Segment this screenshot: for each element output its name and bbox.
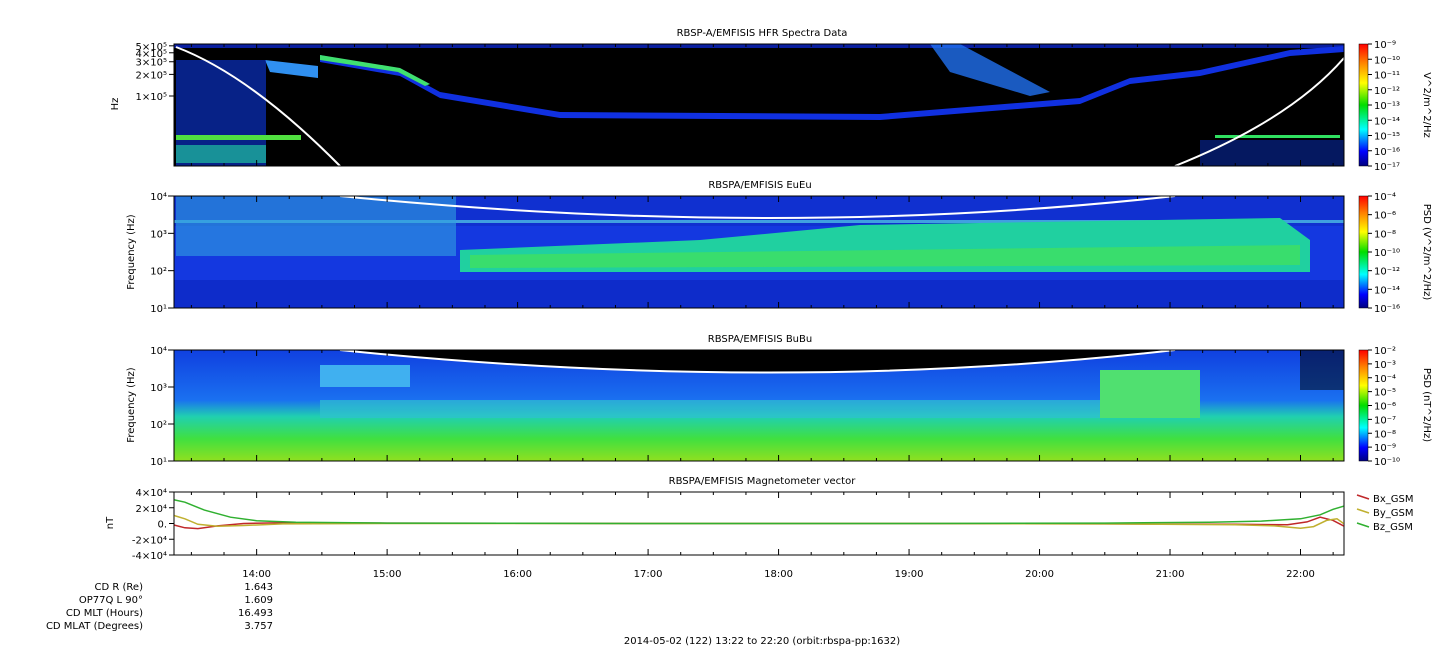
ephem-value-r: 1.643 bbox=[244, 582, 273, 593]
panel1-title: RBSP-A/EMFISIS HFR Spectra Data bbox=[677, 28, 848, 39]
colorbar-tick-label: 10⁻¹⁰ bbox=[1374, 457, 1400, 468]
colorbar-tick-label: 10⁻¹⁰ bbox=[1374, 248, 1400, 259]
ytick-label: 10¹ bbox=[150, 304, 167, 315]
colorbar-tick-label: 10⁻¹² bbox=[1374, 267, 1400, 278]
colorbar-tick-label: 10⁻¹⁶ bbox=[1374, 304, 1400, 315]
colorbar-tick-label: 10⁻³ bbox=[1374, 360, 1396, 371]
colorbar-1 bbox=[1358, 43, 1369, 167]
ytick-label: 10³ bbox=[150, 229, 167, 240]
magnetometer-legend: Bx_GSM By_GSM Bz_GSM bbox=[1356, 494, 1414, 533]
colorbar-tick-label: 10⁻⁶ bbox=[1374, 402, 1396, 413]
time-tick-label: 22:00 bbox=[1286, 569, 1315, 580]
ytick-label: 4×10⁴ bbox=[136, 488, 167, 499]
ephem-label-l: OP77Q L 90° bbox=[79, 595, 143, 606]
panel2-title: RBSPA/EMFISIS EuEu bbox=[708, 180, 811, 191]
colorbar-tick-label: 10⁻⁹ bbox=[1374, 443, 1396, 454]
colorbar-tick-label: 10⁻¹⁵ bbox=[1374, 132, 1400, 143]
colorbar-tick-label: 10⁻¹⁷ bbox=[1374, 162, 1400, 173]
time-tick-label: 16:00 bbox=[503, 569, 532, 580]
colorbar-tick-label: 10⁻¹³ bbox=[1374, 101, 1400, 112]
ephem-label-mlt: CD MLT (Hours) bbox=[66, 608, 143, 619]
colorbar-tick-label: 10⁻¹⁶ bbox=[1374, 147, 1400, 158]
time-tick-label: 21:00 bbox=[1156, 569, 1185, 580]
ytick-label: 10⁴ bbox=[150, 346, 167, 357]
colorbar-tick-label: 10⁻⁸ bbox=[1374, 229, 1396, 240]
legend-label: Bx_GSM bbox=[1373, 494, 1414, 505]
legend-label: By_GSM bbox=[1373, 508, 1414, 519]
panel2-ylabel: Frequency (Hz) bbox=[126, 214, 137, 290]
panel4-ylabel: nT bbox=[105, 516, 116, 529]
colorbar-3-label: PSD (nT^2/Hz) bbox=[1421, 368, 1432, 442]
colorbar-tick-label: 10⁻¹⁰ bbox=[1374, 55, 1400, 66]
colorbar-tick-label: 10⁻⁴ bbox=[1374, 374, 1396, 385]
colorbar-tick-label: 10⁻⁴ bbox=[1374, 192, 1396, 203]
time-tick-label: 20:00 bbox=[1025, 569, 1054, 580]
ytick-label: -2×10⁴ bbox=[132, 535, 167, 546]
bubu-spectrogram bbox=[173, 349, 1345, 462]
colorbar-tick-label: 10⁻¹⁴ bbox=[1374, 285, 1400, 296]
eueu-spectrogram bbox=[173, 195, 1345, 309]
legend-swatch bbox=[1356, 522, 1370, 528]
ytick-label: 3×10⁵ bbox=[136, 58, 167, 69]
colorbar-1-label: V^2/m^2/Hz bbox=[1421, 72, 1432, 138]
footer-caption: 2014-05-02 (122) 13:22 to 22:20 (orbit:r… bbox=[624, 636, 900, 647]
emfisis-summary-plot: RBSP-A/EMFISIS HFR Spectra Data RBSPA/EM… bbox=[46, 28, 1432, 647]
colorbar-tick-label: 10⁻² bbox=[1374, 346, 1396, 357]
ytick-label: 10³ bbox=[150, 383, 167, 394]
panel1-ylabel: Hz bbox=[110, 98, 121, 111]
ephem-value-l: 1.609 bbox=[244, 595, 273, 606]
panel3-ylabel: Frequency (Hz) bbox=[126, 367, 137, 443]
colorbar-tick-label: 10⁻⁵ bbox=[1374, 388, 1396, 399]
colorbar-tick-label: 10⁻⁶ bbox=[1374, 211, 1396, 222]
colorbar-tick-label: 10⁻⁹ bbox=[1374, 40, 1396, 51]
colorbar-tick-label: 10⁻¹¹ bbox=[1374, 71, 1400, 82]
ytick-label: -4×10⁴ bbox=[132, 551, 167, 562]
colorbar-tick-label: 10⁻¹⁴ bbox=[1374, 116, 1400, 127]
ephem-value-mlat: 3.757 bbox=[244, 621, 273, 632]
ephem-label-mlat: CD MLAT (Degrees) bbox=[46, 621, 143, 632]
time-tick-label: 18:00 bbox=[764, 569, 793, 580]
colorbar-2-label: PSD (V^2/m^2/Hz) bbox=[1421, 204, 1432, 301]
panel4-title: RBSPA/EMFISIS Magnetometer vector bbox=[669, 476, 857, 487]
time-tick-label: 14:00 bbox=[242, 569, 271, 580]
colorbar-tick-label: 10⁻¹² bbox=[1374, 86, 1400, 97]
time-tick-label: 15:00 bbox=[373, 569, 402, 580]
hfr-spectrogram bbox=[173, 43, 1345, 167]
colorbar-tick-label: 10⁻⁷ bbox=[1374, 415, 1396, 426]
legend-swatch bbox=[1356, 508, 1370, 514]
colorbar-tick-label: 10⁻⁸ bbox=[1374, 429, 1396, 440]
time-tick-label: 19:00 bbox=[895, 569, 924, 580]
colorbar-2 bbox=[1358, 195, 1369, 309]
ephemeris-table: CD R (Re) OP77Q L 90° CD MLT (Hours) CD … bbox=[46, 582, 273, 632]
ephem-label-r: CD R (Re) bbox=[95, 582, 144, 593]
ytick-label: 2×10⁵ bbox=[136, 70, 167, 81]
ytick-label: 10² bbox=[150, 420, 167, 431]
time-tick-label: 17:00 bbox=[634, 569, 663, 580]
ytick-label: 10⁴ bbox=[150, 192, 167, 203]
ephem-value-mlt: 16.493 bbox=[238, 608, 273, 619]
ytick-label: 2×10⁴ bbox=[136, 504, 167, 515]
legend-label: Bz_GSM bbox=[1373, 522, 1413, 533]
ytick-label: 10² bbox=[150, 267, 167, 278]
panel3-title: RBSPA/EMFISIS BuBu bbox=[708, 334, 812, 345]
legend-swatch bbox=[1356, 494, 1370, 500]
ytick-label: 1×10⁵ bbox=[136, 92, 167, 103]
colorbar-3 bbox=[1358, 349, 1369, 462]
ytick-label: 0. bbox=[157, 520, 167, 531]
ytick-label: 10¹ bbox=[150, 457, 167, 468]
